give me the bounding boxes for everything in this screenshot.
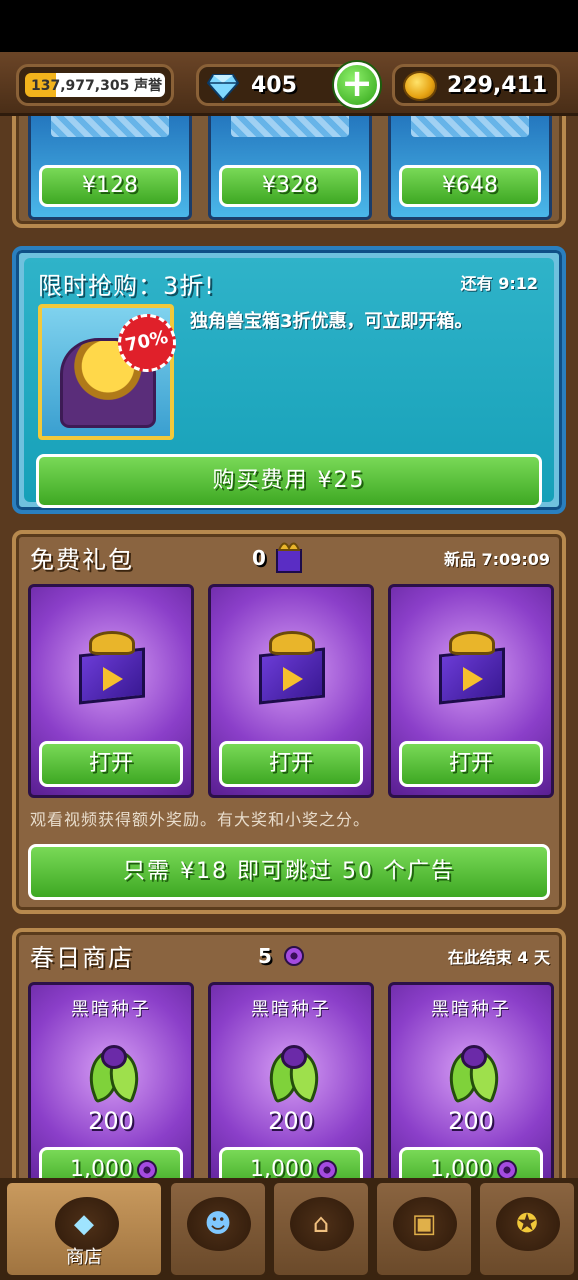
tab-shop[interactable]: ◆ 商店 (4, 1180, 164, 1278)
coin-icon (403, 71, 437, 101)
tab-shop-label: 商店 (66, 1247, 102, 1268)
resource-bar: 137,977,305 声誉 405 229,411 (0, 52, 578, 116)
free-gifts-panel: 免费礼包 0 新品 7:09:09 打开 打开 打开 观看视频获得额外奖励。有大… (12, 530, 566, 914)
seed-buy-button[interactable]: 1,000 (219, 1147, 363, 1178)
open-gift-button[interactable]: 打开 (219, 741, 363, 787)
reputation-meter: 137,977,305 声誉 (16, 64, 174, 106)
seed-amount: 200 (88, 1107, 134, 1135)
unicorn-chest-image: 70% (38, 304, 182, 440)
gold-count: 229,411 (447, 72, 548, 98)
seed-buy-button[interactable]: 1,000 (39, 1147, 183, 1178)
tab-chests[interactable]: ▣ (374, 1180, 474, 1278)
gem-pack-buy-button[interactable]: ¥128 (39, 165, 181, 207)
flower-icon (136, 1160, 157, 1178)
video-gift-icon (259, 631, 325, 705)
gem-pack-card[interactable]: ¥648 (388, 116, 552, 220)
free-gifts-title: 免费礼包 (30, 546, 134, 574)
free-gifts-count: 0 (252, 546, 266, 570)
diamond-icon: ◆ (74, 1209, 94, 1239)
reputation-text: 137,977,305 声誉 (31, 78, 163, 94)
open-gift-button[interactable]: 打开 (39, 741, 183, 787)
dark-seed-icon (260, 1045, 328, 1104)
add-gems-button[interactable]: + (334, 62, 380, 108)
gift-box-icon (276, 542, 302, 573)
flash-sale-panel: 限时抢购：3折! 还有 9:12 70% 独角兽宝箱3折优惠，可立即开箱。 购买… (12, 246, 566, 514)
people-icon: ☻ (204, 1209, 232, 1239)
flash-sale-timer: 还有 9:12 (460, 274, 538, 293)
dark-seed-icon (440, 1045, 508, 1104)
seed-buy-button[interactable]: 1,000 (399, 1147, 543, 1178)
seed-name: 黑暗种子 (251, 999, 331, 1020)
flash-sale-description: 独角兽宝箱3折优惠，可立即开箱。 (190, 311, 473, 332)
video-gift-icon (439, 631, 505, 705)
gem-pack-card[interactable]: ¥128 (28, 116, 192, 220)
gem-pack-buy-button[interactable]: ¥648 (399, 165, 541, 207)
flower-icon (496, 1160, 517, 1178)
tab-achievements[interactable]: ✪ (477, 1180, 577, 1278)
tab-base[interactable]: ⌂ (271, 1180, 371, 1278)
flash-sale-title: 限时抢购：3折! (38, 272, 215, 300)
gift-card[interactable]: 打开 (388, 584, 554, 798)
seed-name: 黑暗种子 (71, 999, 151, 1020)
flash-sale-body: 限时抢购：3折! 还有 9:12 70% 独角兽宝箱3折优惠，可立即开箱。 购买… (24, 258, 554, 508)
flower-icon (316, 1160, 337, 1178)
gift-card[interactable]: 打开 (208, 584, 374, 798)
spring-shop-timer: 在此结束 4 天 (447, 948, 550, 967)
gold-counter: 229,411 (392, 64, 560, 106)
open-gift-button[interactable]: 打开 (399, 741, 543, 787)
seed-amount: 200 (268, 1107, 314, 1135)
gem-pack-card[interactable]: ¥328 (208, 116, 372, 220)
gem-pack-image (411, 116, 529, 137)
spring-shop-title: 春日商店 (30, 944, 134, 972)
seed-amount: 200 (448, 1107, 494, 1135)
diamond-icon (207, 74, 239, 101)
seed-card[interactable]: 黑暗种子 200 1,000 (388, 982, 554, 1178)
seed-price: 1,000 (70, 1157, 133, 1178)
skip-ads-button[interactable]: 只需 ¥18 即可跳过 50 个广告 (28, 844, 550, 900)
dark-seed-icon (80, 1045, 148, 1104)
free-gifts-timer: 新品 7:09:09 (443, 550, 550, 569)
gem-count: 405 (251, 72, 297, 98)
seed-card[interactable]: 黑暗种子 200 1,000 (28, 982, 194, 1178)
bottom-tab-bar: ◆ 商店 ☻ ⌂ ▣ ✪ (0, 1178, 578, 1280)
spring-shop-panel: 春日商店 5 在此结束 4 天 黑暗种子 200 1,000 黑暗种子 200 … (12, 928, 566, 1178)
tab-team[interactable]: ☻ (168, 1180, 268, 1278)
medal-icon: ✪ (516, 1209, 538, 1239)
flash-sale-buy-button[interactable]: 购买费用 ¥25 (36, 454, 542, 508)
shop-content[interactable]: ¥128 ¥328 ¥648 限时抢购：3折! 还有 9:12 70% 独角兽宝… (0, 116, 578, 1178)
gem-pack-image (231, 116, 349, 137)
flower-currency-count: 5 (258, 944, 272, 968)
seed-price: 1,000 (250, 1157, 313, 1178)
flower-icon (284, 946, 304, 966)
seed-card[interactable]: 黑暗种子 200 1,000 (208, 982, 374, 1178)
gem-packs-panel: ¥128 ¥328 ¥648 (12, 116, 566, 228)
seed-price: 1,000 (430, 1157, 493, 1178)
chest-icon: ▣ (411, 1209, 437, 1239)
gem-pack-image (51, 116, 169, 137)
free-gifts-note: 观看视频获得额外奖励。有大奖和小奖之分。 (30, 810, 371, 829)
video-gift-icon (79, 631, 145, 705)
seed-name: 黑暗种子 (431, 999, 511, 1020)
gem-pack-buy-button[interactable]: ¥328 (219, 165, 361, 207)
gift-card[interactable]: 打开 (28, 584, 194, 798)
house-icon: ⌂ (312, 1209, 330, 1239)
